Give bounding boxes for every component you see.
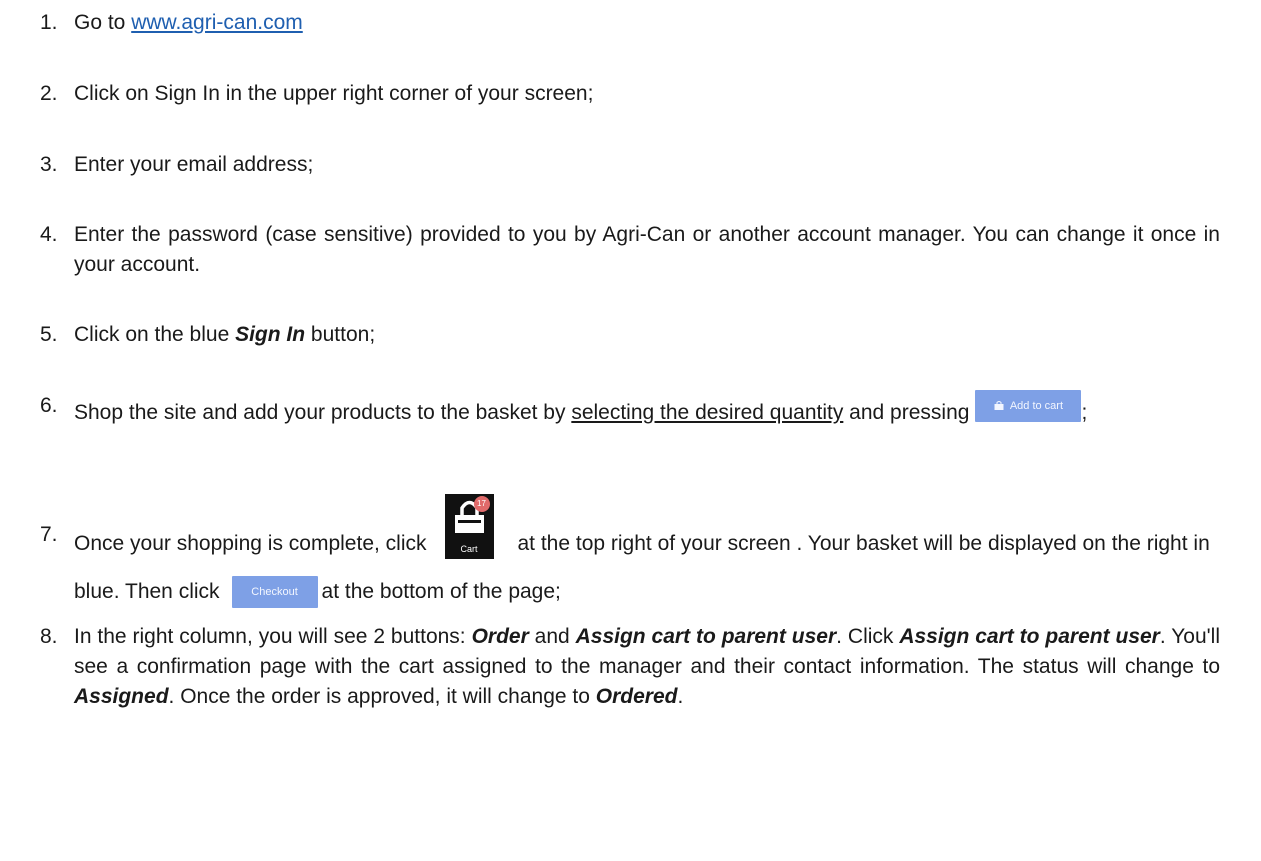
step-2: 2. Click on Sign In in the upper right c… bbox=[40, 79, 1220, 109]
step-number: 7. bbox=[40, 523, 58, 546]
step-text: Go to bbox=[74, 11, 132, 34]
step-number: 4. bbox=[40, 223, 58, 246]
ordered-status-emphasis: Ordered bbox=[595, 685, 678, 708]
bag-icon bbox=[994, 401, 1004, 411]
quantity-underline: selecting the desired quantity bbox=[571, 401, 844, 424]
step-text: button; bbox=[305, 323, 376, 346]
step-number: 6. bbox=[40, 394, 58, 417]
step-text: and bbox=[528, 625, 576, 648]
step-text: at the bottom of the page; bbox=[321, 580, 561, 603]
cart-button[interactable]: 17 Cart bbox=[444, 493, 494, 559]
step-text: Click on Sign In in the upper right corn… bbox=[74, 82, 594, 105]
checkout-button[interactable]: Checkout bbox=[231, 576, 318, 609]
cart-count-badge: 17 bbox=[473, 495, 490, 512]
step-text: . Once the order is approved, it will ch… bbox=[168, 685, 596, 708]
step-text: Enter your email address; bbox=[74, 153, 314, 176]
instructions-document: 1. Go to www.agri-can.com 2. Click on Si… bbox=[0, 0, 1261, 861]
step-text: . Click bbox=[836, 625, 900, 648]
cart-label: Cart bbox=[460, 543, 478, 554]
step-text: In the right column, you will see 2 butt… bbox=[74, 625, 472, 648]
step-1: 1. Go to www.agri-can.com bbox=[40, 8, 1220, 38]
step-text: ; bbox=[1081, 401, 1088, 424]
agri-can-link[interactable]: www.agri-can.com bbox=[131, 11, 303, 34]
step-number: 5. bbox=[40, 323, 58, 346]
step-3: 3. Enter your email address; bbox=[40, 150, 1220, 180]
step-text: and pressing bbox=[843, 401, 970, 424]
step-4: 4. Enter the password (case sensitive) p… bbox=[40, 220, 1220, 280]
add-to-cart-label: Add to cart bbox=[1009, 400, 1064, 413]
add-to-cart-button[interactable]: Add to cart bbox=[975, 390, 1082, 423]
step-text: Once your shopping is complete, click bbox=[74, 532, 427, 555]
assigned-status-emphasis: Assigned bbox=[74, 685, 169, 708]
assign-cart-emphasis: Assign cart to parent user bbox=[899, 625, 1160, 648]
step-number: 3. bbox=[40, 153, 58, 176]
sign-in-emphasis: Sign In bbox=[235, 323, 306, 346]
step-5: 5. Click on the blue Sign In button; bbox=[40, 320, 1220, 350]
step-number: 2. bbox=[40, 82, 58, 105]
step-text: Click on the blue bbox=[74, 323, 236, 346]
step-7: 7. Once your shopping is complete, click… bbox=[40, 493, 1220, 616]
assign-cart-emphasis: Assign cart to parent user bbox=[575, 625, 837, 648]
step-text: Shop the site and add your products to t… bbox=[74, 401, 572, 424]
step-number: 8. bbox=[40, 625, 58, 648]
order-emphasis: Order bbox=[471, 625, 529, 648]
step-8: 8. In the right column, you will see 2 b… bbox=[40, 622, 1220, 712]
step-text: . bbox=[677, 685, 684, 708]
step-6: 6. Shop the site and add your products t… bbox=[40, 390, 1220, 435]
step-number: 1. bbox=[40, 11, 58, 34]
step-text: Enter the password (case sensitive) prov… bbox=[74, 223, 1220, 276]
